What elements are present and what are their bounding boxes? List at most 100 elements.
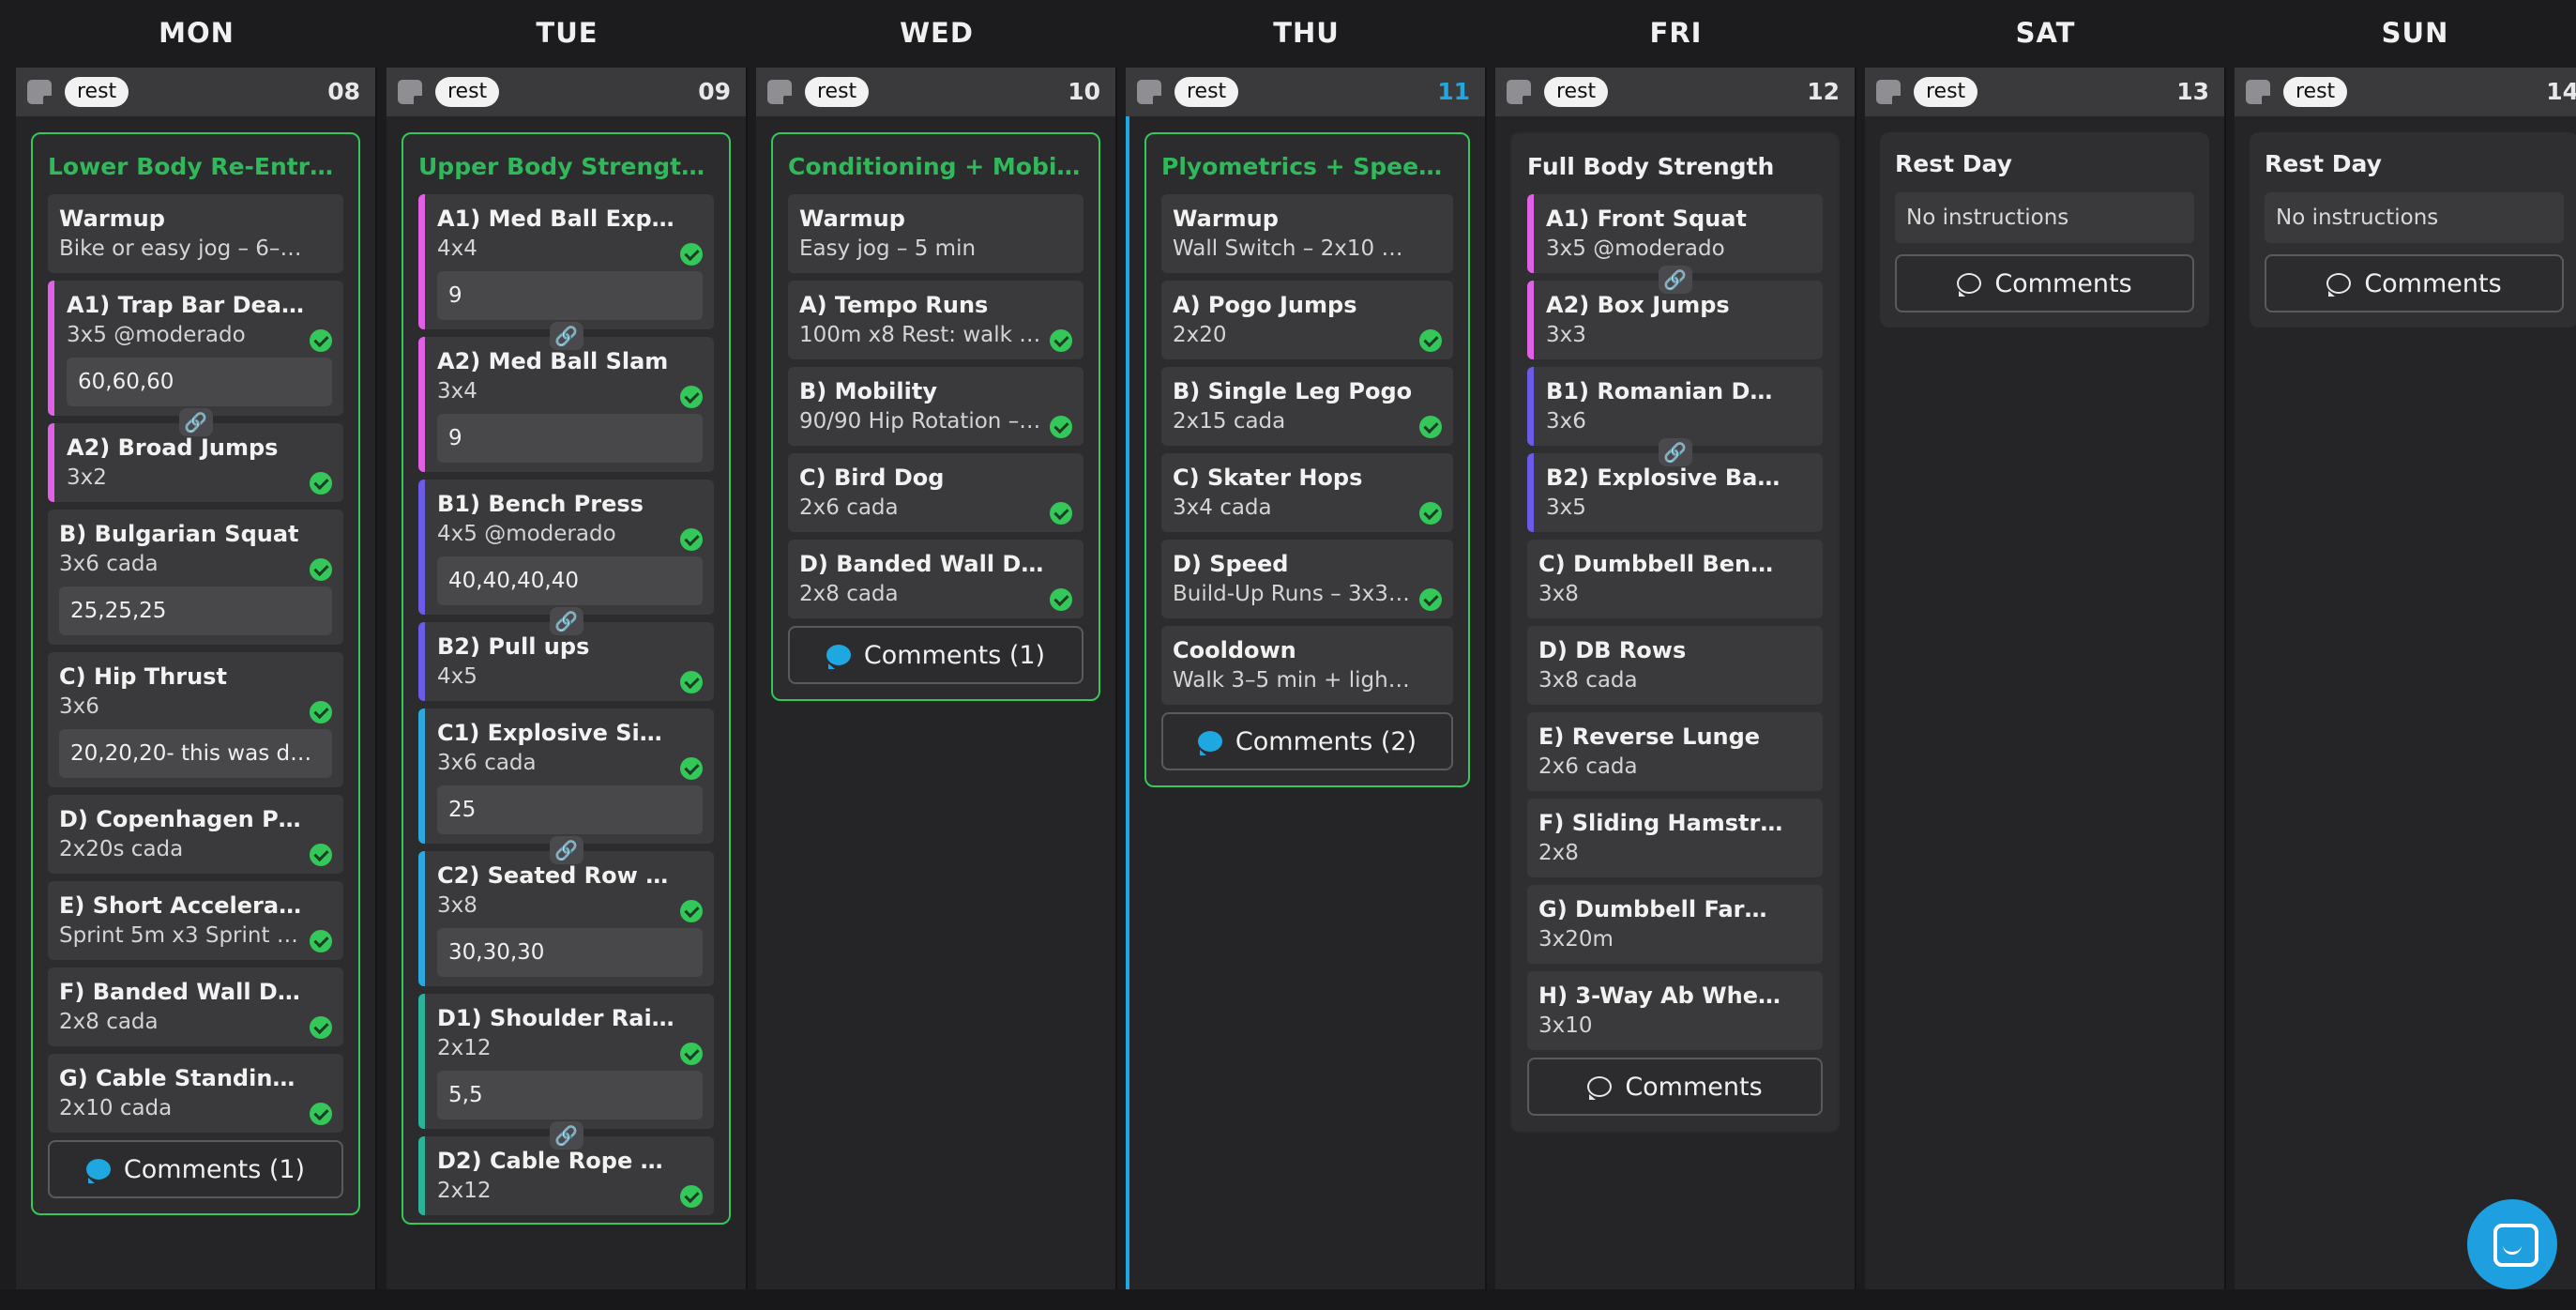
checkbox-icon[interactable] xyxy=(767,80,795,107)
comments-button[interactable]: Comments (1) xyxy=(788,626,1083,684)
rest-toggle[interactable]: rest xyxy=(435,77,500,107)
exercise-item[interactable]: B1) Bench Press 4x5 @moderado 40,40,40,40 🔗 xyxy=(418,480,714,635)
comments-button[interactable]: Comments xyxy=(1895,254,2194,312)
exercise-prescription: 3x10 xyxy=(1538,1013,1593,1038)
exercise-prescription: 100m x8 Rest: walk ba... xyxy=(799,323,1067,347)
link-icon[interactable]: 🔗 xyxy=(1658,266,1692,294)
workout-card[interactable]: Plyometrics + Speed M... Warmup Wall Switc… xyxy=(1144,132,1470,787)
exercise-item[interactable]: A1) Med Ball Explosive ... 4x4 9🔗 xyxy=(418,194,714,350)
exercise-name: F) Sliding Hamstring C... xyxy=(1538,810,1811,836)
checkbox-icon[interactable] xyxy=(1507,80,1534,107)
exercise-prescription: 4x5 @moderado xyxy=(437,522,616,546)
exercise-log[interactable]: 5,5 xyxy=(437,1071,703,1120)
exercise-log[interactable]: 25,25,25 xyxy=(59,586,332,635)
rest-day-card[interactable]: Rest Day No instructions Comments xyxy=(1880,132,2209,328)
exercise-item[interactable]: A1) Front Squat 3x5 @moderado 🔗 xyxy=(1527,194,1823,294)
rest-toggle[interactable]: rest xyxy=(1174,77,1239,107)
exercise-item[interactable]: E) Reverse Lunge 2x6 cada xyxy=(1527,712,1823,791)
comments-button[interactable]: Comments (1) xyxy=(48,1140,343,1198)
workout-title[interactable]: Conditioning + Mobility xyxy=(788,149,1083,185)
exercise-item[interactable]: G) Cable Standing Pall... 2x10 cada xyxy=(48,1054,343,1133)
check-circle-icon xyxy=(1050,588,1072,611)
exercise-item[interactable]: B1) Romanian Deadlifts 3x6 🔗 xyxy=(1527,367,1823,466)
link-icon[interactable]: 🔗 xyxy=(549,836,583,864)
exercise-item[interactable]: D) DB Rows 3x8 cada xyxy=(1527,626,1823,705)
rest-toggle[interactable]: rest xyxy=(2283,77,2348,107)
workout-title[interactable]: Upper Body Strength +... xyxy=(418,149,714,185)
exercise-item[interactable]: Warmup Easy jog – 5 min xyxy=(788,194,1083,273)
exercise-prescription: 90/90 Hip Rotation – 2... xyxy=(799,409,1061,434)
checkbox-icon[interactable] xyxy=(27,80,54,107)
link-icon[interactable]: 🔗 xyxy=(549,322,583,350)
superset-stripe xyxy=(48,281,54,416)
rest-toggle[interactable]: rest xyxy=(805,77,870,107)
exercise-item[interactable]: Warmup Bike or easy jog – 6–8 mi... xyxy=(48,194,343,273)
exercise-name: B) Single Leg Pogo xyxy=(1173,378,1413,404)
exercise-prescription: Wall Switch – 2x10 1-2 Wa... xyxy=(1173,236,1442,261)
link-icon[interactable]: 🔗 xyxy=(549,607,583,635)
comments-button[interactable]: Comments xyxy=(1527,1058,1823,1116)
exercise-log[interactable]: 9 xyxy=(437,414,703,463)
exercise-item[interactable]: C1) Explosive Single Ar... 3x6 cada 25🔗 xyxy=(418,708,714,864)
day-body: Upper Body Strength +... A1) Med Ball Exp… xyxy=(386,116,746,1289)
workout-card[interactable]: Full Body Strength A1) Front Squat 3x5 @mo… xyxy=(1510,132,1840,1133)
exercise-log[interactable]: 40,40,40,40 xyxy=(437,556,703,605)
workout-title[interactable]: Full Body Strength xyxy=(1527,149,1823,185)
checkbox-icon[interactable] xyxy=(398,80,425,107)
exercise-item[interactable]: C2) Seated Row Machi... 3x8 30,30,30 xyxy=(418,851,714,986)
exercise-item[interactable]: G) Dumbbell Farmer's ... 3x20m xyxy=(1527,885,1823,964)
exercise-name: G) Cable Standing Pall... xyxy=(59,1065,332,1091)
comments-button[interactable]: Comments (2) xyxy=(1161,712,1453,770)
exercise-item[interactable]: B) Bulgarian Squat 3x6 cada 25,25,25 xyxy=(48,510,343,645)
exercise-item[interactable]: D) Banded Wall Dead B... 2x8 cada xyxy=(788,540,1083,618)
exercise-item[interactable]: A2) Med Ball Slam 3x4 9 xyxy=(418,337,714,472)
exercise-item[interactable]: C) Dumbbell Bench Pre... 3x8 xyxy=(1527,540,1823,618)
exercise-item[interactable]: B) Mobility 90/90 Hip Rotation – 2... xyxy=(788,367,1083,446)
checkbox-icon[interactable] xyxy=(1876,80,1903,107)
exercise-name: D) DB Rows xyxy=(1538,637,1687,663)
exercise-item[interactable]: C) Hip Thrust 3x6 20,20,20- this was don..… xyxy=(48,652,343,787)
workout-card[interactable]: Lower Body Re-Entry +... Warmup Bike or ea… xyxy=(31,132,360,1215)
workout-title[interactable]: Plyometrics + Speed M... xyxy=(1161,149,1453,185)
exercise-item[interactable]: D) Speed Build-Up Runs – 3x30... xyxy=(1161,540,1453,618)
exercise-item[interactable]: F) Banded Wall Dead B... 2x8 cada xyxy=(48,967,343,1046)
exercise-item[interactable]: H) 3-Way Ab Wheel Roll ... 3x10 xyxy=(1527,971,1823,1050)
checkbox-icon[interactable] xyxy=(1137,80,1164,107)
exercise-item[interactable]: A) Tempo Runs 100m x8 Rest: walk ba... xyxy=(788,281,1083,359)
exercise-item[interactable]: Warmup Wall Switch – 2x10 1-2 Wa... xyxy=(1161,194,1453,273)
day-column-fri: rest 12 Full Body Strength A1) Front Squat 3… xyxy=(1495,68,1856,1289)
link-icon[interactable]: 🔗 xyxy=(1658,438,1692,466)
rest-toggle[interactable]: rest xyxy=(65,77,129,107)
exercise-log[interactable]: 25 xyxy=(437,785,703,834)
day-bar: rest 10 xyxy=(756,68,1115,116)
comments-button[interactable]: Comments xyxy=(2265,254,2564,312)
exercise-log[interactable]: 60,60,60 xyxy=(67,358,332,406)
exercise-item[interactable]: D) Copenhagen Plank 2x20s cada xyxy=(48,795,343,874)
check-circle-icon xyxy=(680,671,703,693)
exercise-item[interactable]: D1) Shoulder Raises 2x12 5,5 🔗 xyxy=(418,994,714,1150)
exercise-item[interactable]: C) Bird Dog 2x6 cada xyxy=(788,453,1083,532)
checkbox-icon[interactable] xyxy=(2246,80,2273,107)
rest-toggle[interactable]: rest xyxy=(1544,77,1609,107)
exercise-log[interactable]: 20,20,20- this was don... xyxy=(59,729,332,778)
exercise-item[interactable]: A) Pogo Jumps 2x20 xyxy=(1161,281,1453,359)
workout-title[interactable]: Lower Body Re-Entry +... xyxy=(48,149,343,185)
link-icon[interactable]: 🔗 xyxy=(178,408,213,436)
superset-stripe xyxy=(418,622,425,701)
exercise-item[interactable]: F) Sliding Hamstring C... 2x8 xyxy=(1527,799,1823,877)
workout-card[interactable]: Conditioning + Mobility Warmup Easy jog – … xyxy=(771,132,1100,701)
exercise-log[interactable]: 9 xyxy=(437,271,703,320)
workout-card[interactable]: Upper Body Strength +... A1) Med Ball Exp… xyxy=(402,132,731,1225)
exercise-item[interactable]: A1) Trap Bar Deadlift 3x5 @moderado 60,60,… xyxy=(48,281,343,436)
link-icon[interactable]: 🔗 xyxy=(549,1121,583,1150)
rest-day-card[interactable]: Rest Day No instructions Comments xyxy=(2250,132,2576,328)
exercise-name: D) Banded Wall Dead B... xyxy=(799,551,1072,577)
exercise-item[interactable]: E) Short Acceleration Sprint 5m x3 Sprint… xyxy=(48,881,343,960)
rest-toggle[interactable]: rest xyxy=(1914,77,1978,107)
exercise-log[interactable]: 30,30,30 xyxy=(437,928,703,977)
exercise-item[interactable]: C) Skater Hops 3x4 cada xyxy=(1161,453,1453,532)
exercise-item[interactable]: B) Single Leg Pogo 2x15 cada xyxy=(1161,367,1453,446)
exercise-item[interactable]: Cooldown Walk 3–5 min + light post... xyxy=(1161,626,1453,705)
chat-support-icon[interactable] xyxy=(2467,1199,2557,1289)
exercise-name: A2) Box Jumps xyxy=(1546,292,1730,318)
